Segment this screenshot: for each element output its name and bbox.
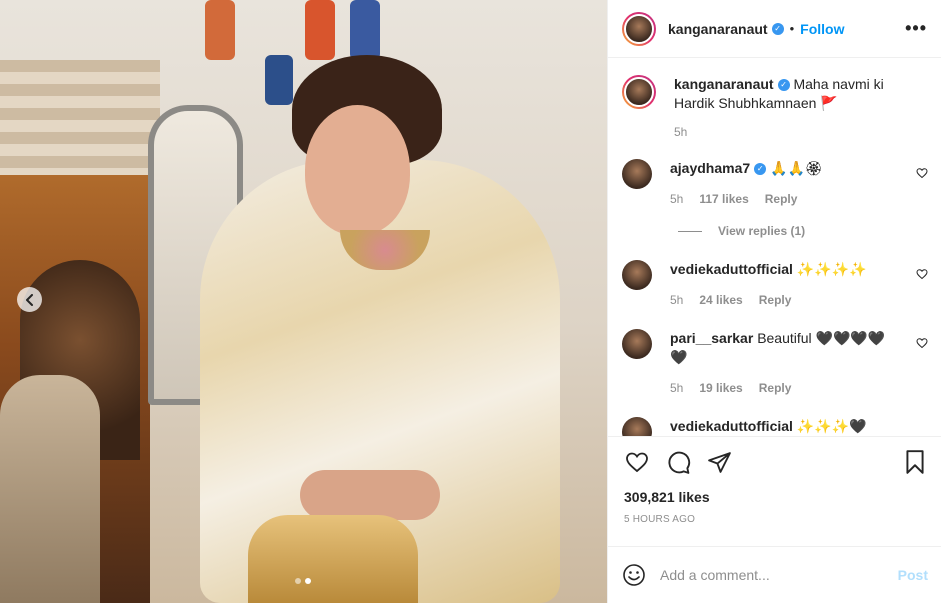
comment-input[interactable]: Add a comment... — [660, 567, 898, 583]
post-comment-button[interactable]: Post — [898, 567, 928, 583]
view-replies-line — [678, 230, 702, 232]
follow-button[interactable]: Follow — [800, 21, 844, 37]
post-header: kanganaranaut ✓ • Follow ••• — [608, 0, 941, 58]
comment-heart-icon[interactable] — [916, 167, 928, 179]
comment-icon[interactable] — [666, 450, 691, 475]
caption-author-avatar[interactable] — [622, 75, 656, 109]
comment-heart-icon[interactable] — [916, 268, 928, 280]
comment-avatar[interactable] — [622, 260, 652, 290]
comment-time[interactable]: 5h — [670, 293, 683, 307]
reply-button[interactable]: Reply — [759, 293, 792, 307]
photo-jar — [248, 515, 418, 603]
caption: kanganaranaut ✓ Maha navmi ki Hardik Shub… — [622, 75, 928, 139]
view-replies-button[interactable]: View replies (1) — [678, 224, 928, 238]
author-avatar[interactable] — [622, 11, 656, 46]
separator-bullet: • — [789, 21, 795, 36]
photo-hands — [300, 470, 440, 520]
carousel-dot — [295, 578, 301, 584]
comment-username[interactable]: pari__sarkar — [670, 330, 753, 346]
comment-item: vediekaduttofficial ✨✨✨✨ 5h 24 likes Rep… — [622, 260, 928, 307]
add-comment-bar: Add a comment... Post — [608, 546, 941, 603]
chevron-left-icon — [25, 293, 33, 306]
author-username[interactable]: kanganaranaut — [668, 21, 768, 37]
more-horizontal-icon[interactable]: ••• — [905, 18, 927, 39]
comment-time[interactable]: 5h — [670, 192, 683, 206]
post-time[interactable]: 5 HOURS AGO — [624, 514, 926, 525]
comment-username[interactable]: ajaydhama7 — [670, 160, 750, 176]
comment-text: 🙏🙏🏵 — [770, 160, 823, 176]
comment-heart-icon[interactable] — [916, 337, 928, 349]
carousel-indicator — [295, 578, 311, 584]
share-icon[interactable] — [707, 450, 732, 475]
comment-likes[interactable]: 117 likes — [699, 192, 748, 206]
likes-count[interactable]: 309,821 likes — [624, 489, 926, 505]
carousel-prev-button[interactable] — [17, 287, 42, 312]
post-photo[interactable] — [0, 0, 607, 603]
caption-username[interactable]: kanganaranaut — [674, 76, 774, 92]
bookmark-icon[interactable] — [904, 449, 926, 475]
comment-item: pari__sarkar Beautiful 🖤🖤🖤🖤🖤 5h 19 likes… — [622, 329, 928, 395]
verified-badge-icon: ✓ — [777, 79, 790, 92]
caption-time[interactable]: 5h — [674, 125, 687, 139]
comment-text: ✨✨✨🖤 — [796, 418, 867, 434]
photo-horse-statue — [0, 375, 100, 603]
comment-item: vediekaduttofficial ✨✨✨🖤 — [622, 417, 928, 436]
comment-username[interactable]: vediekaduttofficial — [670, 418, 793, 434]
comment-item: ajaydhama7 ✓ 🙏🙏🏵 5h 117 likes Reply — [622, 159, 928, 206]
comment-likes[interactable]: 24 likes — [699, 293, 742, 307]
view-replies-label: View replies (1) — [718, 224, 806, 238]
comment-username[interactable]: vediekaduttofficial — [670, 261, 793, 277]
comment-likes[interactable]: 19 likes — [699, 381, 742, 395]
comment-avatar[interactable] — [622, 329, 652, 359]
verified-badge-icon: ✓ — [754, 163, 767, 176]
post-side-panel: kanganaranaut ✓ • Follow ••• kanganarana… — [607, 0, 941, 603]
comment-avatar[interactable] — [622, 159, 652, 189]
comment-avatar[interactable] — [622, 417, 652, 436]
heart-icon[interactable] — [624, 450, 650, 474]
verified-badge-icon: ✓ — [771, 22, 784, 35]
photo-person-face — [305, 105, 410, 235]
post-actions: 309,821 likes 5 HOURS AGO — [608, 436, 941, 546]
comments-list[interactable]: kanganaranaut ✓ Maha navmi ki Hardik Shub… — [608, 59, 941, 436]
carousel-dot-active — [305, 578, 311, 584]
reply-button[interactable]: Reply — [759, 381, 792, 395]
comment-time[interactable]: 5h — [670, 381, 683, 395]
reply-button[interactable]: Reply — [765, 192, 798, 206]
comment-text: ✨✨✨✨ — [796, 261, 867, 277]
emoji-icon[interactable] — [622, 563, 646, 587]
photo-shelf — [0, 60, 160, 180]
